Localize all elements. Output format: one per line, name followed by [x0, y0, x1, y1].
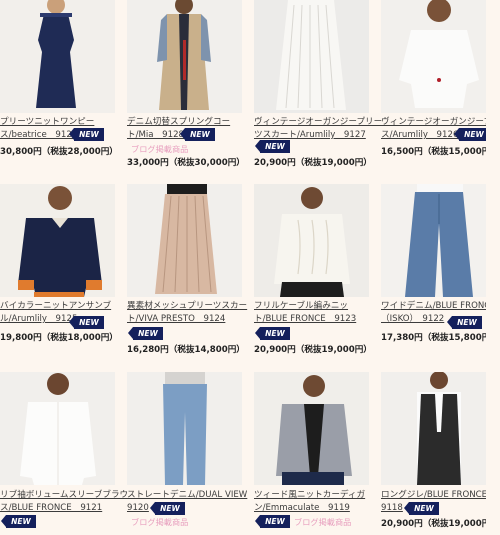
product-name-line2[interactable]: 9118: [381, 502, 403, 515]
product-name-line2[interactable]: （ISKO） 9122: [381, 313, 444, 326]
product-photo[interactable]: [127, 184, 242, 297]
product-price: 33,000円（税抜30,000円）: [127, 158, 245, 168]
product-name-line2[interactable]: ト/BLUE FRONCE 9123: [254, 313, 356, 326]
product-card[interactable]: ストレートデニム/DUAL VIEW 9120 NEW ブログ掲載商品: [127, 372, 247, 535]
new-badge: NEW: [128, 327, 163, 340]
product-card[interactable]: デニム切替スプリングコー ト/Mia 9128 NEW ブログ掲載商品 33,0…: [127, 0, 245, 170]
product-price: 19,800円（税抜18,000円）: [0, 333, 118, 343]
product-name-line1[interactable]: ツィード風ニットカーディガ: [254, 489, 365, 502]
product-grid: プリーツニットワンピー ス/beatrice 9129 NEW 30,800円（…: [0, 0, 500, 535]
product-price: 20,900円（税抜19,000円）: [254, 345, 372, 355]
new-badge: NEW: [69, 128, 104, 141]
new-badge: NEW: [150, 502, 185, 515]
product-name-line1[interactable]: フリルケーブル編みニッ: [254, 300, 348, 313]
product-photo[interactable]: [381, 0, 496, 113]
product-name-line2[interactable]: ル/Arumlily 9125: [0, 313, 77, 326]
product-name-line2[interactable]: ト/VIVA PRESTO 9124: [127, 313, 225, 326]
product-price: 20,900円（税抜19,000円）: [381, 519, 499, 529]
product-card[interactable]: ワイドデニム/BLUE FRONCE （ISKO） 9122 NEW 17,38…: [381, 184, 499, 349]
product-name-line2[interactable]: ス/BLUE FRONCE 9121: [0, 502, 102, 515]
product-name-line1[interactable]: リブ袖ボリュームスリーブブラウ: [0, 489, 128, 502]
product-name-line1[interactable]: バイカラーニットアンサンブ: [0, 300, 111, 313]
product-name-line1[interactable]: ロングジレ/BLUE FRONCE: [381, 489, 487, 502]
product-photo[interactable]: [381, 184, 496, 297]
product-name-line2[interactable]: ス/beatrice 9129: [0, 129, 77, 142]
product-name-line1[interactable]: ヴィンテージオーガンジープリー: [254, 116, 382, 129]
product-price: 30,800円（税抜28,000円）: [0, 147, 118, 157]
product-card[interactable]: リブ袖ボリュームスリーブブラウ ス/BLUE FRONCE 9121 NEW: [0, 372, 128, 535]
product-photo[interactable]: [254, 184, 369, 297]
new-badge: NEW: [69, 316, 104, 329]
product-name-line2[interactable]: 9120: [127, 502, 149, 515]
product-photo[interactable]: [254, 0, 369, 113]
new-badge: NEW: [454, 128, 489, 141]
product-card[interactable]: バイカラーニットアンサンブ ル/Arumlily 9125 NEW 19,800…: [0, 184, 118, 354]
product-photo[interactable]: [0, 184, 115, 297]
product-name-line2[interactable]: ス/Arumlily 9126: [381, 129, 458, 142]
product-photo[interactable]: [0, 372, 115, 485]
product-card[interactable]: ヴィンテージオーガンジープリー ツスカート/Arumlily 9127 NEW …: [254, 0, 382, 170]
new-badge: NEW: [1, 515, 36, 528]
product-card[interactable]: ツィード風ニットカーディガ ン/Emmaculate 9119 NEW ブログ掲…: [254, 372, 369, 535]
page-edge: [486, 0, 500, 535]
product-name-line1[interactable]: ストレートデニム/DUAL VIEW: [127, 489, 247, 502]
new-badge: NEW: [180, 128, 215, 141]
new-badge: NEW: [255, 140, 290, 153]
product-card[interactable]: プリーツニットワンピー ス/beatrice 9129 NEW 30,800円（…: [0, 0, 118, 160]
product-card[interactable]: ロングジレ/BLUE FRONCE 9118 NEW 20,900円（税抜19,…: [381, 372, 499, 535]
product-card[interactable]: 異素材メッシュプリーツスカー ト/VIVA PRESTO 9124 NEW 16…: [127, 184, 247, 359]
product-photo[interactable]: [127, 0, 242, 113]
product-name-line2[interactable]: ト/Mia 9128: [127, 129, 184, 142]
new-badge: NEW: [255, 515, 290, 528]
product-name-line2[interactable]: ン/Emmaculate 9119: [254, 502, 350, 515]
product-name-line1[interactable]: 異素材メッシュプリーツスカー: [127, 300, 247, 313]
product-name-line1[interactable]: ワイドデニム/BLUE FRONCE: [381, 300, 496, 313]
product-card[interactable]: フリルケーブル編みニッ ト/BLUE FRONCE 9123 NEW 20,90…: [254, 184, 372, 359]
product-price: 16,500円（税抜15,000円）: [381, 147, 499, 157]
new-badge: NEW: [255, 327, 290, 340]
blog-featured-label: ブログ掲載商品: [131, 517, 189, 527]
product-card[interactable]: ヴィンテージオーガンジーブラウ ス/Arumlily 9126 NEW 16,5…: [381, 0, 500, 160]
new-badge: NEW: [404, 502, 439, 515]
product-photo[interactable]: [381, 372, 496, 485]
product-photo[interactable]: [0, 0, 115, 113]
blog-featured-label: ブログ掲載商品: [131, 144, 189, 154]
product-photo[interactable]: [254, 372, 369, 485]
product-price: 20,900円（税抜19,000円）: [254, 158, 372, 168]
product-price: 16,280円（税抜14,800円）: [127, 345, 245, 355]
blog-featured-label: ブログ掲載商品: [294, 517, 352, 527]
new-badge: NEW: [447, 316, 482, 329]
product-photo[interactable]: [127, 372, 242, 485]
product-price: 17,380円（税抜15,800円）: [381, 333, 499, 343]
